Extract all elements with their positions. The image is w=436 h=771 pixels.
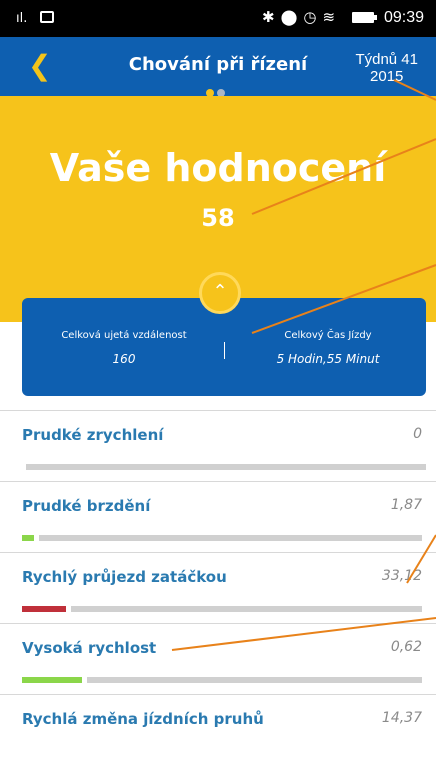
metric-name: Prudké zrychlení [22,426,164,444]
metric-row[interactable]: Prudké zrychlení 0 [0,410,436,480]
metric-value: 1,87 [390,497,422,513]
signal-icon: ıl. [16,11,28,26]
metric-row[interactable]: Vysoká rychlost 0,62 [0,623,436,693]
clock: 09:39 [384,9,425,26]
status-icons: ✱⬤◷≋ [262,8,342,26]
score-label: Vaše hodnocení [49,146,387,190]
app-header: ❮ Chování při řízení Týdnů 41 2015 [0,37,436,97]
metric-level-track [26,464,426,470]
week-year: 2015 [370,68,404,85]
metric-row[interactable]: Rychlý průjezd zatáčkou 33,12 [0,552,436,622]
metric-level-track [87,677,422,683]
metric-level-track [71,606,422,612]
week-selector[interactable]: Týdnů 41 2015 [355,51,418,85]
stat-divider [224,342,225,359]
distance-stat: Celková ujetá vzdálenost 160 [36,330,212,366]
expand-chevron-icon[interactable]: ⌃ [199,272,241,314]
metric-name: Rychlý průjezd zatáčkou [22,568,227,586]
metric-value: 14,37 [381,710,422,726]
metric-row[interactable]: Rychlá změna jízdních pruhů 14,37 [0,694,436,764]
metric-name: Vysoká rychlost [22,639,157,657]
image-notification-icon [40,11,54,23]
metric-level-fill [22,606,66,612]
drive-time-stat: Celkový Čas Jízdy 5 Hodin,55 Minut [238,330,418,366]
status-bar: ıl. ✱⬤◷≋ 09:39 [0,0,436,37]
week-number: Týdnů 41 [355,51,418,68]
drive-time-label: Celkový Čas Jízdy [284,330,372,341]
battery-icon [352,12,377,23]
metric-value: 0 [413,426,422,442]
distance-label: Celková ujetá vzdálenost [61,330,187,341]
metric-level-fill [22,677,82,683]
metric-level-track [39,535,422,541]
metric-row[interactable]: Prudké brzdění 1,87 [0,481,436,551]
metric-level-fill [22,535,34,541]
score-value: 58 [201,204,235,232]
drive-time-value: 5 Hodin,55 Minut [276,352,380,366]
metric-name: Rychlá změna jízdních pruhů [22,710,264,728]
metric-name: Prudké brzdění [22,497,151,515]
metric-value: 33,12 [381,568,422,584]
metric-value: 0,62 [390,639,422,655]
distance-value: 160 [112,352,136,366]
